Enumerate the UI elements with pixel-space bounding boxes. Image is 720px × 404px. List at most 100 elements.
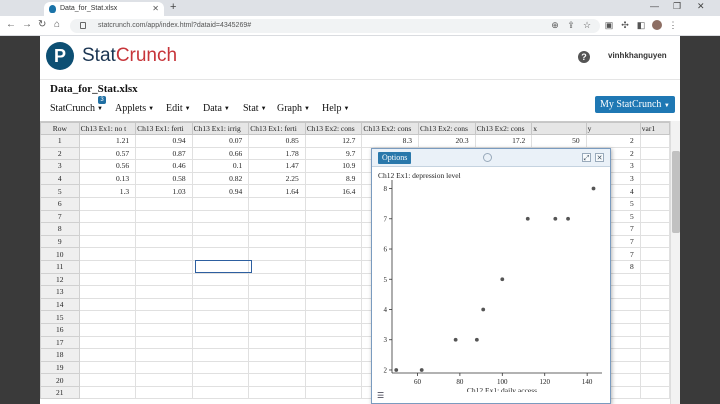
column-header[interactable]: Ch13 Ex1: no t (78, 122, 137, 135)
menu-data[interactable]: Data ▼ (203, 103, 230, 114)
graph-titlebar[interactable]: Options ⤢ ✕ (372, 149, 610, 167)
data-cell[interactable]: 10.9 (304, 159, 363, 173)
extension-icon[interactable]: ▣ (604, 20, 614, 30)
data-cell[interactable] (304, 196, 363, 211)
row-number[interactable]: 8 (40, 222, 80, 236)
my-statcrunch-button[interactable]: My StatCrunch ▼ (595, 96, 675, 113)
column-header[interactable]: Ch13 Ex1: ferti (135, 122, 193, 135)
data-cell[interactable] (135, 285, 193, 299)
row-number[interactable]: 1 (40, 134, 80, 148)
data-cell[interactable] (135, 297, 193, 312)
data-cell[interactable] (135, 360, 193, 375)
row-number[interactable]: 6 (40, 196, 80, 211)
data-cell[interactable] (135, 385, 193, 400)
data-cell[interactable] (135, 222, 193, 236)
data-cell[interactable]: 0.56 (78, 159, 137, 173)
data-cell[interactable] (248, 310, 306, 324)
options-button[interactable]: Options (378, 152, 412, 164)
tab-close-icon[interactable]: ✕ (152, 2, 159, 16)
data-cell[interactable] (639, 272, 670, 287)
data-cell[interactable] (78, 310, 137, 324)
data-cell[interactable]: 17.2 (474, 134, 533, 148)
data-cell[interactable]: 16.4 (304, 184, 363, 198)
data-cell[interactable]: 1.47 (248, 159, 306, 173)
data-cell[interactable] (78, 234, 137, 249)
data-cell[interactable] (191, 247, 250, 261)
data-cell[interactable]: 0.85 (248, 134, 306, 148)
row-number[interactable]: 19 (40, 360, 80, 375)
data-cell[interactable]: 20.3 (417, 134, 476, 148)
data-cell[interactable] (304, 348, 363, 362)
row-number[interactable]: 4 (40, 171, 80, 186)
data-cell[interactable] (304, 335, 363, 350)
data-cell[interactable] (248, 247, 306, 261)
data-cell[interactable]: 8.9 (304, 171, 363, 186)
data-cell[interactable] (639, 385, 670, 400)
username-link[interactable]: vinhkhanguyen (608, 51, 667, 60)
data-cell[interactable]: 0.94 (135, 134, 193, 148)
data-cell[interactable]: 0.46 (135, 159, 193, 173)
row-number[interactable]: 16 (40, 322, 80, 337)
data-cell[interactable]: 9.7 (304, 146, 363, 161)
row-number[interactable]: 14 (40, 297, 80, 312)
scrollbar-thumb[interactable] (672, 151, 680, 233)
column-header[interactable]: x (531, 122, 587, 135)
data-cell[interactable] (191, 196, 250, 211)
row-number[interactable]: 15 (40, 310, 80, 324)
row-number[interactable]: 20 (40, 373, 80, 387)
column-header[interactable]: Ch13 Ex1: irrig (191, 122, 250, 135)
data-cell[interactable]: 0.58 (135, 171, 193, 186)
data-cell[interactable]: 1.21 (78, 134, 137, 148)
address-bar[interactable]: statcrunch.com/app/index.html?dataid=434… (70, 19, 600, 33)
data-cell[interactable] (191, 373, 250, 387)
data-cell[interactable] (639, 310, 670, 324)
data-cell[interactable] (78, 259, 137, 274)
data-cell[interactable]: 12.7 (304, 134, 363, 148)
data-cell[interactable] (135, 348, 193, 362)
vertical-scrollbar[interactable] (670, 121, 680, 404)
data-cell[interactable] (135, 234, 193, 249)
more-menu-icon[interactable]: ⋮ (668, 20, 678, 30)
menu-stat[interactable]: Stat ▼ (243, 103, 267, 114)
menu-applets[interactable]: Applets ▼ (115, 103, 154, 114)
data-cell[interactable]: 0.94 (191, 184, 250, 198)
data-cell[interactable]: 0.82 (191, 171, 250, 186)
share-icon[interactable]: ⇪ (566, 20, 576, 30)
column-header[interactable]: Ch13 Ex2: cons (474, 122, 533, 135)
data-cell[interactable] (248, 335, 306, 350)
row-number[interactable]: 10 (40, 247, 80, 261)
new-tab-icon[interactable]: + (170, 1, 176, 13)
close-window-icon[interactable]: ✕ (595, 153, 604, 162)
data-cell[interactable] (248, 297, 306, 312)
data-cell[interactable] (78, 348, 137, 362)
data-cell[interactable] (78, 373, 137, 387)
data-cell[interactable] (304, 209, 363, 224)
data-cell[interactable] (639, 209, 670, 224)
data-cell[interactable]: 0.57 (78, 146, 137, 161)
data-cell[interactable] (78, 335, 137, 350)
data-cell[interactable] (78, 297, 137, 312)
data-cell[interactable]: 50 (531, 134, 587, 148)
data-cell[interactable] (248, 348, 306, 362)
column-header[interactable]: y (585, 122, 641, 135)
data-cell[interactable] (248, 196, 306, 211)
selected-cell-cursor[interactable] (195, 260, 252, 273)
data-cell[interactable] (78, 385, 137, 400)
row-number[interactable]: 2 (40, 146, 80, 161)
data-cell[interactable] (248, 272, 306, 287)
data-cell[interactable]: 0.1 (191, 159, 250, 173)
minimize-icon[interactable]: — (650, 1, 659, 11)
data-cell[interactable] (191, 222, 250, 236)
drag-handle-icon[interactable] (483, 153, 492, 162)
home-icon[interactable]: ⌂ (54, 19, 60, 30)
data-cell[interactable] (639, 159, 670, 173)
graph-window[interactable]: Options ⤢ ✕ Ch12 Ex1: depression level 2 3… (371, 148, 611, 404)
data-cell[interactable] (248, 222, 306, 236)
brand-wordmark[interactable]: StatCrunch (82, 45, 177, 67)
data-cell[interactable] (78, 272, 137, 287)
data-cell[interactable]: 1.78 (248, 146, 306, 161)
data-cell[interactable] (639, 196, 670, 211)
data-cell[interactable] (248, 385, 306, 400)
data-cell[interactable] (304, 322, 363, 337)
data-cell[interactable] (639, 322, 670, 337)
